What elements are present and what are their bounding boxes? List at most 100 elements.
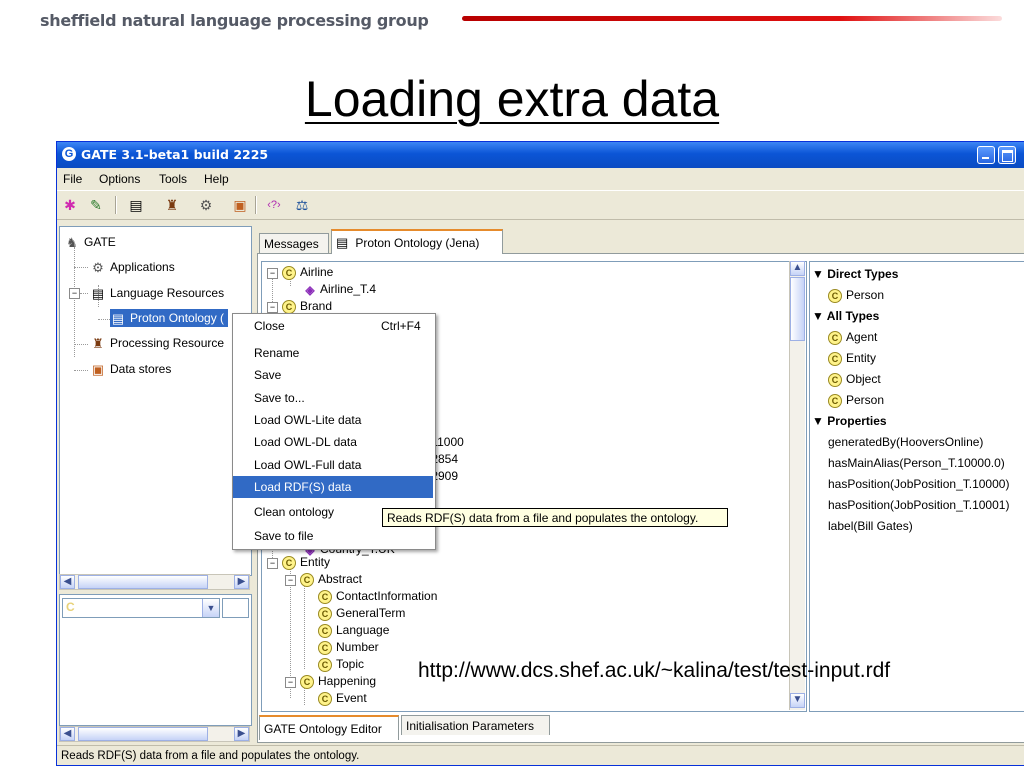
- scroll-thumb[interactable]: [78, 575, 208, 589]
- menu-item-save-to[interactable]: Save to...: [233, 387, 433, 409]
- property-item[interactable]: label(Bill Gates): [828, 517, 913, 536]
- tree-class-entity[interactable]: C Entity: [282, 554, 330, 571]
- tooltip: Reads RDF(S) data from a file and popula…: [382, 508, 728, 527]
- class-icon: C: [318, 606, 332, 621]
- class-icon: C: [282, 555, 296, 570]
- menu-item-load-owl-full[interactable]: Load OWL-Full data: [233, 454, 433, 476]
- tree-guide-line: [74, 344, 88, 345]
- tree-instance-airline-t4[interactable]: ◈ Airline_T.4: [304, 281, 376, 298]
- tree-class-language[interactable]: C Language: [318, 622, 389, 639]
- collapse-expander[interactable]: −: [267, 268, 278, 279]
- menu-item-load-owl-dl[interactable]: Load OWL-DL data: [233, 431, 433, 453]
- collapse-expander[interactable]: −: [285, 575, 296, 586]
- new-application-icon[interactable]: ✱: [61, 197, 79, 213]
- tree-class-number[interactable]: C Number: [318, 639, 379, 656]
- tree-label: Processing Resource: [110, 336, 225, 350]
- tree-class-happening[interactable]: C Happening: [300, 673, 376, 690]
- tree-class-event[interactable]: C Event: [318, 690, 367, 707]
- properties-header[interactable]: ▼ Properties: [812, 412, 887, 431]
- class-icon: C: [828, 330, 842, 345]
- tree-item-proton-ontology[interactable]: ▤ Proton Ontology (: [110, 309, 229, 327]
- tree-item-applications[interactable]: ⚙ Applications: [90, 258, 175, 276]
- annotation-panel: C ▼: [59, 594, 252, 726]
- datastore-icon[interactable]: ▣: [231, 197, 249, 213]
- lower-panel-hscrollbar[interactable]: ◀ ▶: [59, 726, 250, 742]
- property-item[interactable]: generatedBy(HooversOnline): [828, 433, 983, 452]
- toolbar-separator: [115, 196, 117, 214]
- scroll-right-button[interactable]: ▶: [234, 575, 249, 589]
- tab-gate-ontology-editor[interactable]: GATE Ontology Editor: [259, 715, 399, 740]
- property-item[interactable]: hasMainAlias(Person_T.10000.0): [828, 454, 1005, 473]
- collapse-expander[interactable]: −: [285, 677, 296, 688]
- language-resource-icon[interactable]: ▤: [127, 197, 145, 213]
- direct-types-header[interactable]: ▼ Direct Types: [812, 265, 898, 284]
- tree-label: Language: [336, 623, 390, 637]
- tab-messages[interactable]: Messages: [259, 233, 329, 253]
- new-resource-icon[interactable]: ✎: [87, 197, 105, 213]
- resource-tree: ♞ GATE ⚙ Applications − ▤ Language Resource…: [59, 226, 252, 576]
- menu-item-save[interactable]: Save: [233, 364, 433, 386]
- slide-title: Loading extra data: [304, 71, 720, 127]
- collapse-expander[interactable]: −: [69, 288, 80, 299]
- ontology-tree-vscrollbar[interactable]: ▲ ▼: [789, 261, 805, 710]
- processing-resource-icon[interactable]: ♜: [163, 197, 181, 213]
- combo-side-field[interactable]: [222, 598, 249, 618]
- tree-label: Entity: [300, 555, 331, 569]
- menu-file[interactable]: File: [63, 172, 82, 186]
- tree-item-processing-resources[interactable]: ♜ Processing Resource: [90, 334, 224, 352]
- collapse-expander[interactable]: −: [267, 558, 278, 569]
- type-person[interactable]: C Person: [828, 391, 884, 410]
- scroll-left-button[interactable]: ◀: [60, 575, 75, 589]
- chevron-down-icon[interactable]: ▼: [202, 599, 219, 617]
- all-types-header[interactable]: ▼ All Types: [812, 307, 879, 326]
- menu-item-load-rdf[interactable]: Load RDF(S) data: [233, 476, 433, 498]
- resource-tree-hscrollbar[interactable]: ◀ ▶: [59, 574, 250, 590]
- class-selector-combo[interactable]: C ▼: [62, 598, 220, 618]
- triangle-down-icon: ▼: [812, 414, 824, 428]
- minimize-icon: [982, 157, 989, 159]
- collapse-expander[interactable]: −: [267, 302, 278, 313]
- tree-class-topic[interactable]: C Topic: [318, 656, 364, 673]
- triangle-down-icon: ▼: [812, 309, 824, 323]
- direct-type-person[interactable]: C Person: [828, 286, 884, 305]
- tree-guide-line: [304, 583, 305, 669]
- minimize-button[interactable]: [977, 146, 995, 164]
- tree-class-abstract[interactable]: C Abstract: [300, 571, 362, 588]
- tree-item-data-stores[interactable]: ▣ Data stores: [90, 360, 172, 378]
- help-icon[interactable]: ‹?›: [265, 197, 283, 213]
- maximize-button[interactable]: [998, 146, 1016, 164]
- annotation-diff-icon[interactable]: ⚖: [293, 197, 311, 213]
- menu-item-close[interactable]: Close Ctrl+F4: [233, 315, 433, 337]
- tree-class-airline[interactable]: C Airline: [282, 264, 333, 281]
- menu-item-rename[interactable]: Rename: [233, 342, 433, 364]
- menu-help[interactable]: Help: [204, 172, 229, 186]
- type-object[interactable]: C Object: [828, 370, 881, 389]
- tree-item-language-resources[interactable]: ▤ Language Resources: [90, 284, 224, 302]
- type-agent[interactable]: C Agent: [828, 328, 877, 347]
- scroll-down-button[interactable]: ▼: [790, 693, 805, 708]
- tab-proton-ontology[interactable]: ▤ Proton Ontology (Jena): [331, 229, 503, 254]
- shortcut-label: Ctrl+F4: [381, 319, 421, 333]
- scroll-up-button[interactable]: ▲: [790, 261, 805, 276]
- property-item[interactable]: hasPosition(JobPosition_T.10000): [828, 475, 1009, 494]
- type-entity[interactable]: C Entity: [828, 349, 876, 368]
- tree-item-gate[interactable]: ♞ GATE: [64, 233, 116, 251]
- scroll-right-button[interactable]: ▶: [234, 727, 249, 741]
- class-icon: C: [318, 623, 332, 638]
- menu-item-load-owl-lite[interactable]: Load OWL-Lite data: [233, 409, 433, 431]
- property-item[interactable]: hasPosition(JobPosition_T.10001): [828, 496, 1009, 515]
- menu-tools[interactable]: Tools: [159, 172, 187, 186]
- scroll-left-button[interactable]: ◀: [60, 727, 75, 741]
- menu-label: Close: [254, 319, 285, 333]
- title-bar[interactable]: G GATE 3.1-beta1 build 2225: [57, 142, 1024, 168]
- scroll-thumb[interactable]: [78, 727, 208, 741]
- tab-initialisation-parameters[interactable]: Initialisation Parameters: [401, 715, 550, 735]
- scroll-thumb[interactable]: [790, 277, 805, 341]
- tree-class-contactinformation[interactable]: C ContactInformation: [318, 588, 437, 605]
- application-icon[interactable]: ⚙: [197, 197, 215, 213]
- tree-class-generalterm[interactable]: C GeneralTerm: [318, 605, 405, 622]
- menu-options[interactable]: Options: [99, 172, 140, 186]
- tree-label: Applications: [110, 260, 175, 274]
- menu-item-save-to-file[interactable]: Save to file: [233, 525, 433, 547]
- type-label: Agent: [846, 330, 878, 344]
